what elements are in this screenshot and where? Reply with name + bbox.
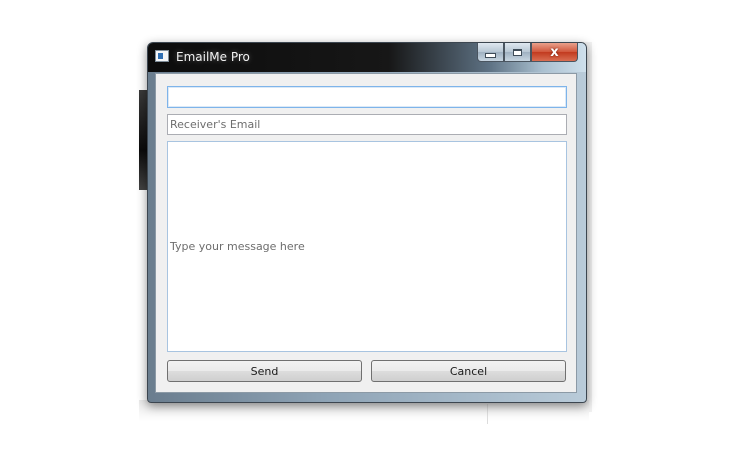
- minimize-button[interactable]: [477, 43, 504, 62]
- subject-input[interactable]: [167, 86, 567, 108]
- message-textarea[interactable]: Type your message here: [167, 141, 567, 352]
- background-divider: [487, 404, 488, 424]
- background-shadow: [139, 400, 589, 422]
- emailme-window: EmailMe Pro x Receiver's Email Type your…: [147, 42, 587, 403]
- desktop: EmailMe Pro x Receiver's Email Type your…: [0, 0, 737, 461]
- send-button[interactable]: Send: [167, 360, 362, 382]
- close-icon: x: [550, 44, 559, 60]
- app-window-icon[interactable]: [155, 50, 169, 62]
- form-panel: Receiver's Email Type your message here …: [155, 73, 577, 393]
- receiver-email-input[interactable]: Receiver's Email: [167, 114, 567, 135]
- caption-buttons: x: [477, 43, 582, 63]
- close-button[interactable]: x: [531, 43, 578, 62]
- cancel-button[interactable]: Cancel: [371, 360, 566, 382]
- maximize-button[interactable]: [504, 43, 531, 62]
- window-title: EmailMe Pro: [176, 50, 250, 64]
- message-placeholder: Type your message here: [170, 240, 305, 253]
- minimize-icon: [485, 52, 496, 58]
- maximize-icon: [513, 48, 522, 56]
- title-bar[interactable]: EmailMe Pro x: [148, 43, 586, 72]
